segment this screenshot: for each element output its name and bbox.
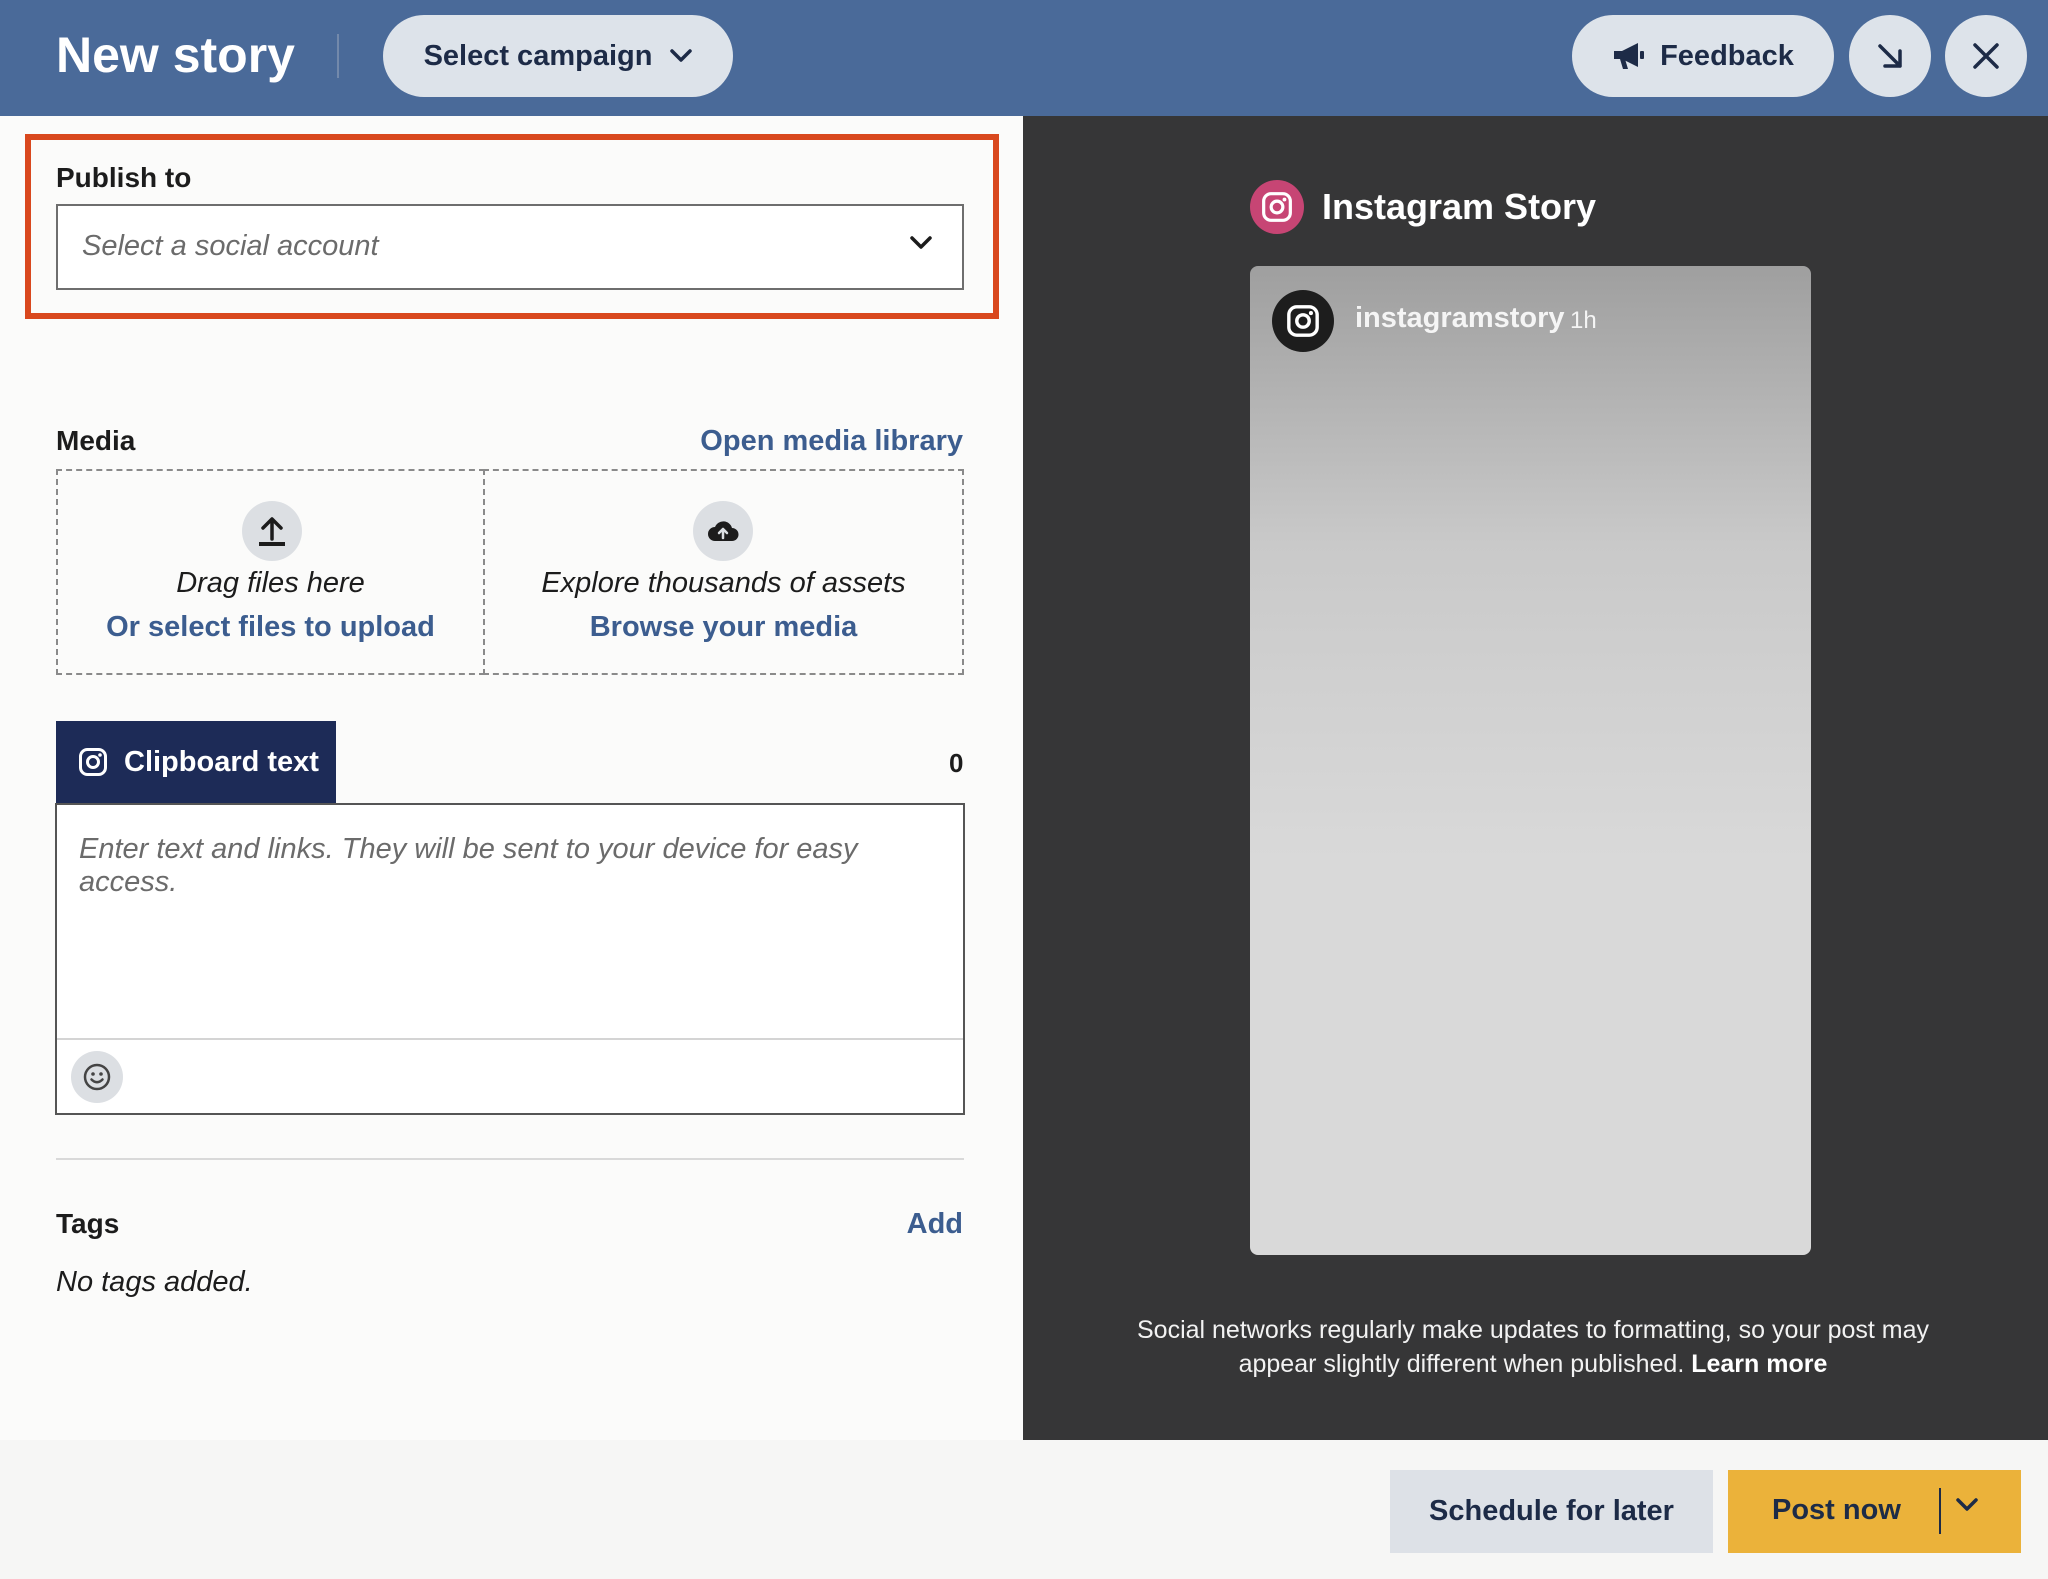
post-now-button[interactable]: Post now	[1728, 1470, 2021, 1553]
post-now-label: Post now	[1772, 1494, 1901, 1526]
smiley-icon	[83, 1063, 111, 1091]
clipboard-placeholder: Enter text and links. They will be sent …	[79, 833, 858, 898]
story-preview-card: instagramstory 1h	[1250, 266, 1811, 1255]
select-files-link[interactable]: Or select files to upload	[58, 611, 483, 644]
schedule-label: Schedule for later	[1429, 1495, 1674, 1527]
page-title: New story	[56, 27, 295, 83]
arrow-down-right-icon	[1878, 44, 1902, 68]
browse-assets-zone[interactable]: Explore thousands of assets Browse your …	[483, 469, 964, 675]
section-divider	[56, 1158, 964, 1160]
no-tags-text: No tags added.	[56, 1266, 253, 1298]
feedback-label: Feedback	[1660, 39, 1794, 72]
compose-panel: Publish to Select a social account Media…	[0, 116, 1023, 1440]
learn-more-link[interactable]: Learn more	[1691, 1350, 1827, 1378]
instagram-avatar-icon	[1272, 290, 1334, 352]
social-account-placeholder: Select a social account	[82, 230, 379, 262]
emoji-button[interactable]	[71, 1051, 123, 1103]
media-label: Media	[56, 425, 136, 456]
chevron-down-icon	[910, 236, 932, 249]
instagram-icon	[79, 748, 107, 776]
header-divider	[337, 34, 339, 78]
select-campaign-button[interactable]: Select campaign	[383, 15, 733, 97]
publish-to-label: Publish to	[56, 162, 192, 193]
story-timestamp: 1h	[1570, 307, 1597, 334]
add-tag-link[interactable]: Add	[907, 1208, 963, 1241]
feedback-button[interactable]: Feedback	[1572, 15, 1834, 97]
story-username: instagramstory	[1355, 302, 1565, 334]
select-campaign-label: Select campaign	[423, 39, 653, 72]
megaphone-icon	[1614, 43, 1645, 69]
upload-icon	[242, 501, 302, 561]
header-bar: New story Select campaign Feedback	[0, 0, 2048, 116]
schedule-for-later-button[interactable]: Schedule for later	[1390, 1470, 1713, 1553]
preview-header: Instagram Story	[1250, 180, 1596, 234]
tags-label: Tags	[56, 1208, 120, 1239]
textarea-divider	[57, 1038, 963, 1040]
post-button-divider	[1939, 1488, 1941, 1534]
open-media-library-link[interactable]: Open media library	[700, 425, 963, 458]
minimize-button[interactable]	[1849, 15, 1931, 97]
preview-panel: Instagram Story instagramstory 1h Social…	[1023, 116, 2048, 1440]
clipboard-textarea[interactable]: Enter text and links. They will be sent …	[55, 803, 965, 1115]
preview-title: Instagram Story	[1322, 186, 1597, 227]
close-icon	[1973, 43, 1999, 69]
clipboard-tab-label: Clipboard text	[124, 745, 319, 778]
upload-drop-zone[interactable]: Drag files here Or select files to uploa…	[56, 469, 485, 675]
cloud-upload-icon	[693, 501, 753, 561]
tab-clipboard-text[interactable]: Clipboard text	[56, 721, 336, 803]
social-account-select[interactable]: Select a social account	[56, 204, 964, 290]
instagram-icon	[1250, 180, 1304, 234]
formatting-disclaimer: Social networks regularly make updates t…	[1123, 1313, 1943, 1381]
drag-files-text: Drag files here	[176, 567, 365, 599]
browse-media-link[interactable]: Browse your media	[485, 611, 962, 644]
character-count: 0	[949, 748, 964, 778]
footer-bar: Schedule for later Post now	[0, 1440, 2048, 1579]
explore-assets-text: Explore thousands of assets	[541, 567, 906, 599]
chevron-down-icon[interactable]	[1956, 1498, 1978, 1512]
close-button[interactable]	[1945, 15, 2027, 97]
chevron-down-icon	[670, 49, 693, 62]
